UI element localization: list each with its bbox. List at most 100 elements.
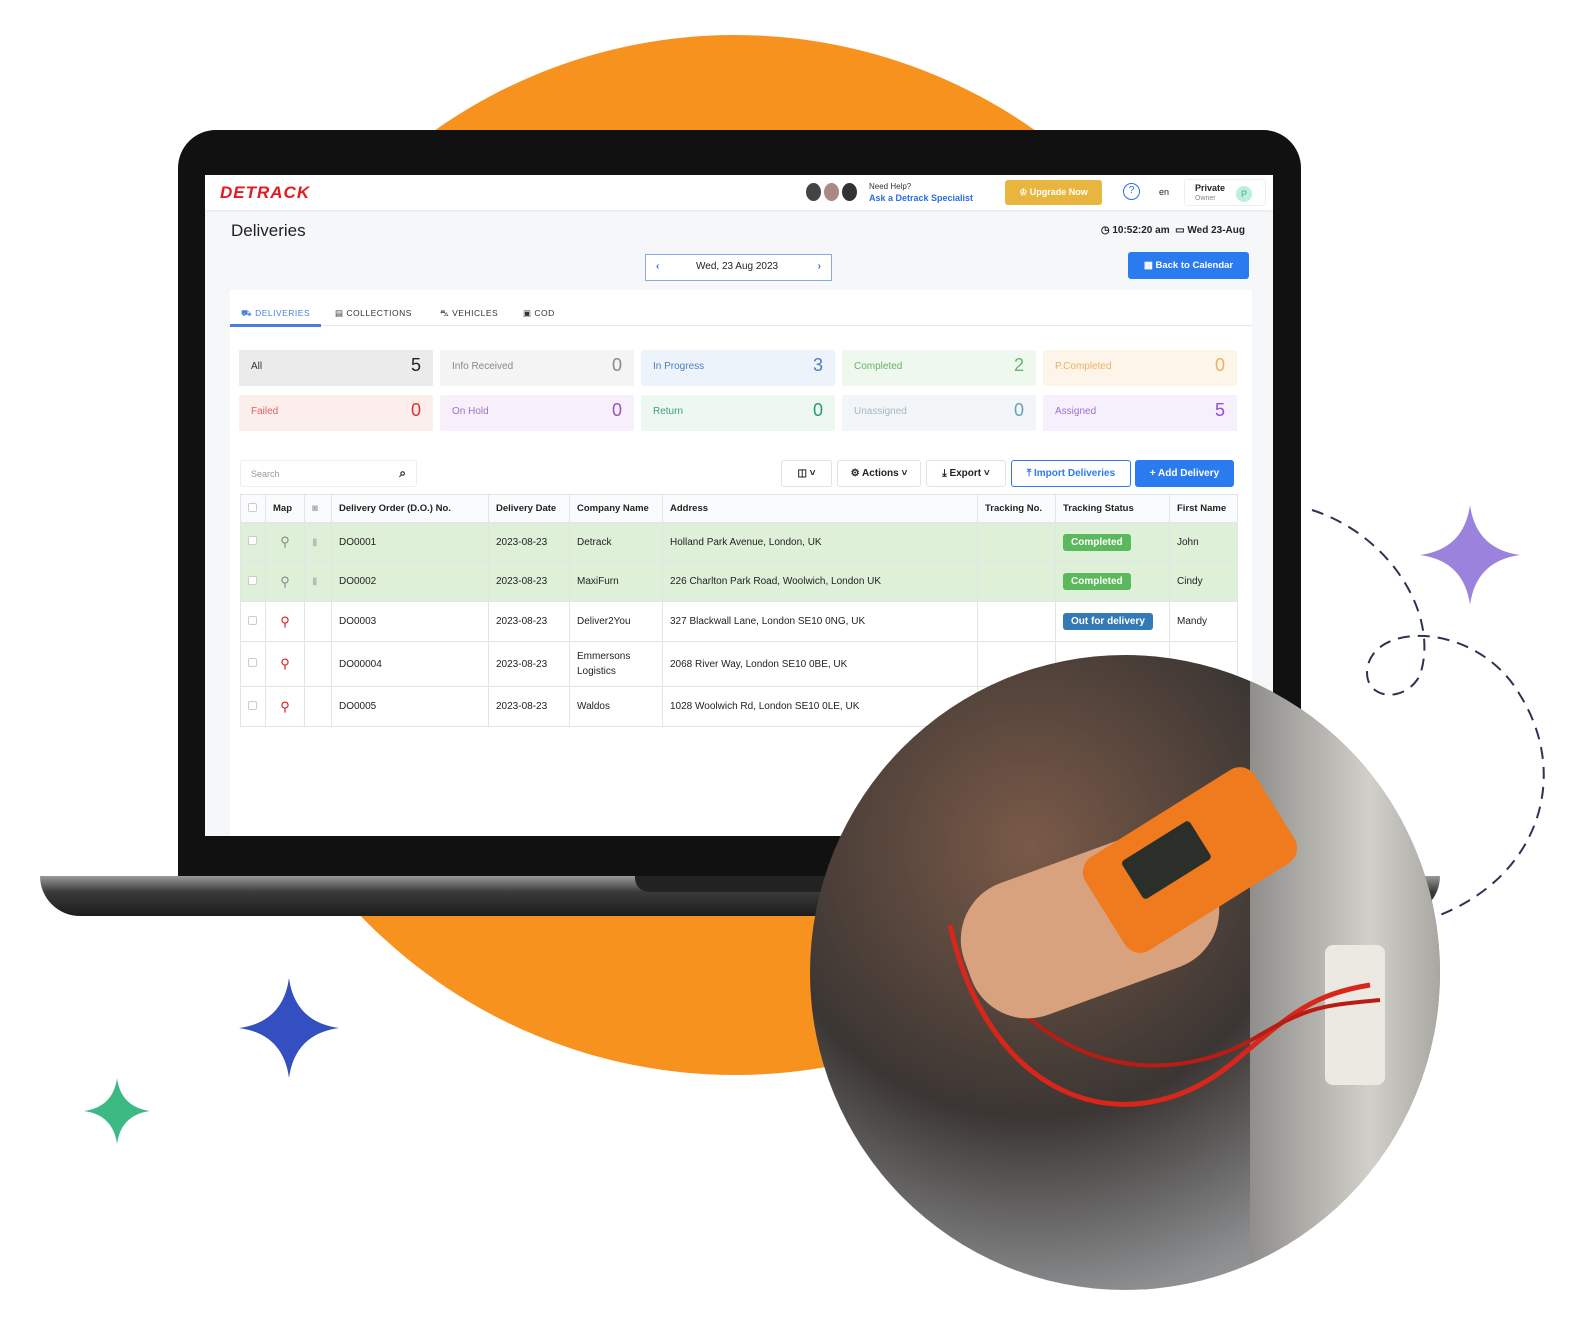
map-pin-icon[interactable]: ⚲ — [265, 522, 305, 562]
table-row[interactable]: ⚲ DO0003 2023-08-23 Deliver2You 327 Blac… — [240, 601, 1238, 642]
upgrade-now-button[interactable]: ♔ Upgrade Now — [1005, 180, 1102, 205]
row-checkbox[interactable] — [240, 601, 266, 642]
delivery-date: 2023-08-23 — [488, 601, 570, 642]
tab-deliveries[interactable]: ⛟ DELIVERIES — [241, 308, 310, 320]
green-sparkle-icon — [84, 1078, 150, 1144]
export-button[interactable]: ⤓ Export ˅ — [926, 460, 1006, 487]
do-number[interactable]: DO0005 — [331, 686, 489, 727]
import-label: Import Deliveries — [1034, 468, 1116, 479]
stat-label: In Progress — [653, 361, 705, 372]
col-first-name[interactable]: First Name — [1169, 494, 1238, 523]
tracking-no — [977, 561, 1056, 602]
do-number[interactable]: DO0002 — [331, 561, 489, 602]
table-row[interactable]: ⚲ ▮ DO0001 2023-08-23 Detrack Holland Pa… — [240, 522, 1238, 562]
page-title: Deliveries — [231, 221, 306, 240]
delivery-date: 2023-08-23 — [488, 686, 570, 727]
col-address[interactable]: Address — [662, 494, 978, 523]
document-icon: ▮ — [304, 561, 332, 602]
stat-return[interactable]: Return 0 — [641, 395, 835, 431]
stat-label: P.Completed — [1055, 361, 1112, 372]
clock-icon: ◷ — [1100, 225, 1113, 236]
stat-p-completed[interactable]: P.Completed 0 — [1043, 350, 1237, 386]
tracking-status-cell: Completed — [1055, 561, 1170, 602]
col-do-number[interactable]: Delivery Order (D.O.) No. — [331, 494, 489, 523]
do-number[interactable]: DO0001 — [331, 522, 489, 562]
delivery-date: 2023-08-23 — [488, 641, 570, 687]
address: 327 Blackwall Lane, London SE10 0NG, UK — [662, 601, 978, 642]
col-company-name[interactable]: Company Name — [569, 494, 663, 523]
tab-collections[interactable]: ▤ COLLECTIONS — [335, 308, 412, 319]
first-name: Mandy — [1169, 601, 1238, 642]
do-number[interactable]: DO00004 — [331, 641, 489, 687]
add-delivery-button[interactable]: + Add Delivery — [1135, 460, 1234, 487]
import-deliveries-button[interactable]: ⤒ Import Deliveries — [1011, 460, 1131, 487]
search-input[interactable]: Search ⌕ — [240, 460, 417, 487]
account-menu[interactable]: Private Owner P — [1184, 179, 1266, 206]
search-placeholder: Search — [251, 469, 280, 479]
help-icon[interactable]: ? — [1123, 183, 1140, 200]
document-icon: ▮ — [304, 522, 332, 562]
row-checkbox[interactable] — [240, 641, 266, 687]
table-header-row: Map ◙ Delivery Order (D.O.) No. Delivery… — [240, 494, 1238, 523]
stat-count: 3 — [812, 355, 823, 375]
account-name: Private — [1195, 183, 1226, 193]
stat-completed[interactable]: Completed 2 — [842, 350, 1036, 386]
stat-count: 2 — [1013, 355, 1024, 375]
stat-failed[interactable]: Failed 0 — [239, 395, 433, 431]
photo-cell — [304, 641, 332, 687]
current-date[interactable]: Wed, 23 Aug 2023 — [696, 261, 778, 272]
select-all-checkbox[interactable] — [240, 494, 266, 523]
address: 1028 Woolwich Rd, London SE10 0LE, UK — [662, 686, 978, 727]
map-pin-icon[interactable]: ⚲ — [265, 686, 305, 727]
tracking-status-cell: Out for delivery — [1055, 601, 1170, 642]
export-label: Export — [949, 468, 982, 479]
detrack-logo[interactable]: DETRACK — [220, 183, 310, 203]
stat-count: 0 — [1013, 400, 1024, 420]
money-icon: ▣ — [523, 308, 535, 318]
stat-info-received[interactable]: Info Received 0 — [440, 350, 634, 386]
active-tab-indicator — [230, 324, 321, 327]
add-label: Add Delivery — [1158, 468, 1220, 479]
back-to-calendar-button[interactable]: ▦ Back to Calendar — [1128, 252, 1249, 279]
tracking-no — [977, 601, 1056, 642]
stat-label: On Hold — [452, 406, 489, 417]
columns-toggle-button[interactable]: ◫ ˅ — [781, 460, 832, 487]
col-tracking-no[interactable]: Tracking No. — [977, 494, 1056, 523]
do-number[interactable]: DO0003 — [331, 601, 489, 642]
stat-label: Assigned — [1055, 406, 1097, 417]
next-date-chevron-icon[interactable]: › — [818, 261, 821, 272]
calendar-icon: ▭ — [1175, 225, 1188, 236]
stat-on-hold[interactable]: On Hold 0 — [440, 395, 634, 431]
map-pin-icon[interactable]: ⚲ — [265, 641, 305, 687]
row-checkbox[interactable] — [240, 686, 266, 727]
language-selector[interactable]: en — [1150, 180, 1178, 205]
archive-icon: ▤ — [335, 308, 347, 318]
tab-label: DELIVERIES — [255, 308, 311, 318]
col-map[interactable]: Map — [265, 494, 305, 523]
tab-vehicles[interactable]: ⛍ VEHICLES — [440, 308, 498, 320]
specialist-avatar — [805, 182, 822, 202]
address: 2068 River Way, London SE10 0BE, UK — [662, 641, 978, 687]
actions-button[interactable]: ⚙ Actions ˅ — [837, 460, 921, 487]
col-delivery-date[interactable]: Delivery Date — [488, 494, 570, 523]
table-row[interactable]: ⚲ ▮ DO0002 2023-08-23 MaxiFurn 226 Charl… — [240, 561, 1238, 602]
ask-specialist-link[interactable]: Ask a Detrack Specialist — [869, 193, 973, 203]
col-tracking-status[interactable]: Tracking Status — [1055, 494, 1170, 523]
row-checkbox[interactable] — [240, 522, 266, 562]
tab-cod[interactable]: ▣ COD — [523, 308, 555, 319]
prev-date-chevron-icon[interactable]: ‹ — [656, 261, 659, 272]
stat-in-progress[interactable]: In Progress 3 — [641, 350, 835, 386]
stat-all[interactable]: All 5 — [239, 350, 433, 386]
stat-unassigned[interactable]: Unassigned 0 — [842, 395, 1036, 431]
stat-count: 0 — [611, 400, 622, 420]
map-pin-icon[interactable]: ⚲ — [265, 601, 305, 642]
stat-count: 0 — [1214, 355, 1225, 375]
map-pin-icon[interactable]: ⚲ — [265, 561, 305, 602]
upgrade-label: Upgrade Now — [1029, 187, 1088, 197]
row-checkbox[interactable] — [240, 561, 266, 602]
tracking-no — [977, 522, 1056, 562]
plus-icon: + — [1149, 468, 1159, 479]
stat-assigned[interactable]: Assigned 5 — [1043, 395, 1237, 431]
search-icon: ⌕ — [399, 466, 406, 480]
tracking-status-cell: Completed — [1055, 522, 1170, 562]
